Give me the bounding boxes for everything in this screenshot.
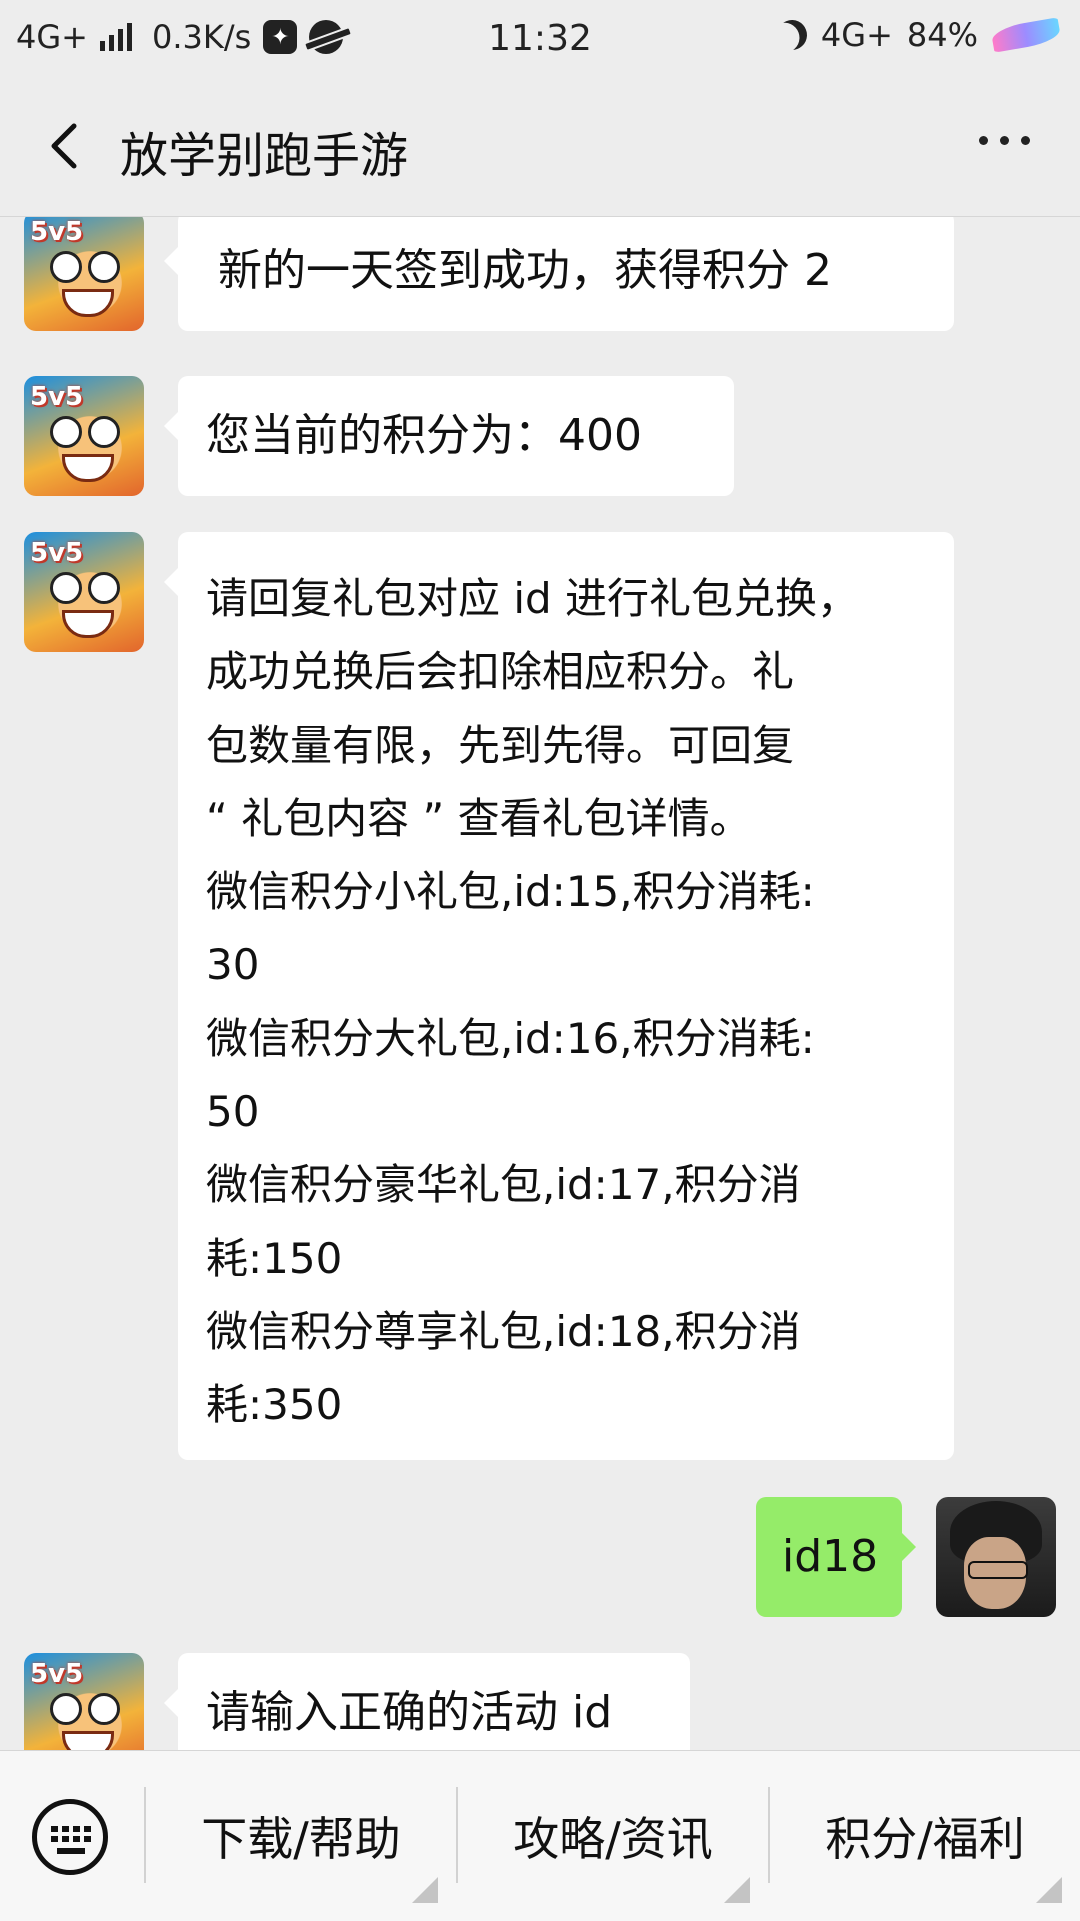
message-text-line: 成功兑换后会扣除相应积分。礼	[206, 647, 795, 697]
menu-guides-news[interactable]: 攻略/资讯	[458, 1751, 768, 1921]
menu-points-benefits[interactable]: 积分/福利	[770, 1751, 1080, 1921]
message-text-line: 耗:350	[206, 1380, 343, 1430]
message-bubble[interactable]: 请输入正确的活动 id	[164, 1653, 690, 1750]
status-right: 4G+ 84%	[777, 16, 1062, 54]
submenu-indicator-icon	[412, 1877, 438, 1903]
message-text-line: 微信积分大礼包,id:16,积分消耗:	[206, 1013, 815, 1063]
message-text-line: 包数量有限，先到先得。可回复	[206, 720, 795, 770]
message-text: id18	[782, 1531, 879, 1582]
message-text-line: 30	[206, 940, 260, 990]
message-text-line: 耗:150	[206, 1233, 343, 1283]
message-text: 请输入正确的活动 id	[206, 1687, 613, 1738]
chat-title: 放学别跑手游	[120, 128, 409, 184]
message-text-line: 微信积分小礼包,id:15,积分消耗:	[206, 867, 815, 917]
message-bubble[interactable]: 请回复礼包对应 id 进行礼包兑换， 成功兑换后会扣除相应积分。礼 包数量有限，…	[164, 532, 954, 1460]
message-text: 您当前的积分为：400	[206, 410, 642, 461]
menu-label: 攻略/资讯	[513, 1812, 713, 1866]
message-text-line: 微信积分豪华礼包,id:17,积分消	[206, 1160, 801, 1210]
user-avatar[interactable]	[936, 1497, 1056, 1617]
message-list[interactable]: 5v5 新的一天签到成功，获得积分 2 5v5 您当前的积分为：400 5v5 …	[0, 217, 1080, 1750]
menu-label: 积分/福利	[825, 1812, 1025, 1866]
bot-avatar[interactable]: 5v5	[24, 217, 144, 331]
bot-avatar[interactable]: 5v5	[24, 1653, 144, 1750]
moon-icon	[773, 16, 811, 54]
status-bar: 4G+ 0.3K/s ✦ 11:32 4G+ 84%	[0, 0, 1080, 76]
message-text-line: 请回复礼包对应 id 进行礼包兑换，	[206, 574, 860, 623]
message-text-line: 50	[206, 1087, 260, 1137]
message-text: 新的一天签到成功，获得积分 2	[218, 245, 832, 296]
message-bubble[interactable]: 您当前的积分为：400	[164, 376, 734, 496]
message-bubble-sent[interactable]: id18	[756, 1497, 916, 1617]
submenu-indicator-icon	[1036, 1877, 1062, 1903]
message-text-line: 微信积分尊享礼包,id:18,积分消	[206, 1306, 801, 1356]
battery-feather-icon	[990, 17, 1062, 53]
battery-level: 84%	[906, 16, 978, 54]
submenu-indicator-icon	[724, 1877, 750, 1903]
bot-avatar[interactable]: 5v5	[24, 532, 144, 652]
keyboard-icon[interactable]	[32, 1799, 108, 1875]
menu-download-help[interactable]: 下载/帮助	[146, 1751, 456, 1921]
message-bubble[interactable]: 新的一天签到成功，获得积分 2	[164, 217, 954, 331]
bottom-menu: 下载/帮助 攻略/资讯 积分/福利	[0, 1750, 1080, 1921]
message-text-line: “ 礼包内容 ” 查看礼包详情。	[206, 793, 752, 843]
bot-avatar[interactable]: 5v5	[24, 376, 144, 496]
back-arrow-icon[interactable]	[40, 118, 96, 174]
more-options-icon[interactable]	[979, 136, 1030, 145]
network-type-right: 4G+	[820, 16, 893, 54]
menu-label: 下载/帮助	[201, 1812, 401, 1866]
chat-header: 放学别跑手游	[0, 76, 1080, 217]
